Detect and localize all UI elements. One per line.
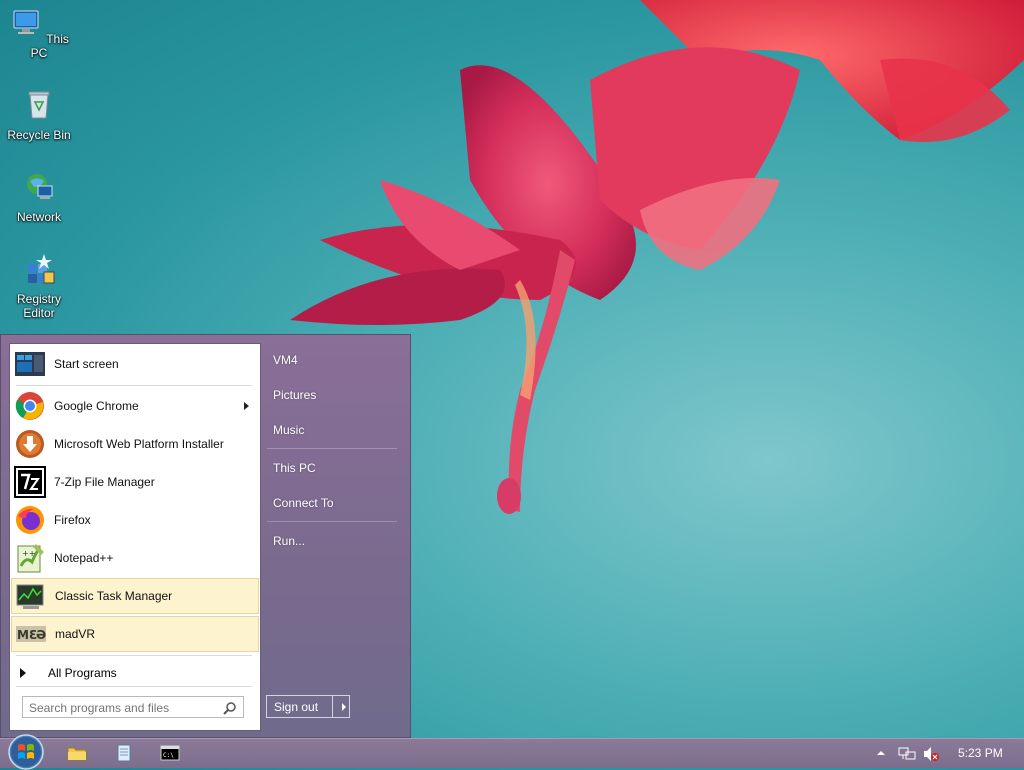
notepad-plus-plus-icon: ++ [17, 544, 44, 573]
program-web-platform-installer[interactable]: Microsoft Web Platform Installer [11, 426, 259, 462]
program-label: 7-Zip File Manager [54, 475, 155, 489]
desktop-icon-network[interactable]: Network [4, 170, 74, 224]
desktop-icon-label: Network [16, 210, 61, 224]
program-firefox[interactable]: Firefox [11, 502, 259, 538]
volume-muted-icon[interactable] [922, 746, 940, 762]
program-label: Start screen [54, 357, 119, 371]
firefox-icon [16, 506, 44, 534]
network-status-icon[interactable] [898, 746, 916, 762]
svg-text:M: M [17, 628, 29, 642]
sign-out-button[interactable]: Sign out [266, 695, 350, 718]
task-manager-icon [16, 584, 44, 609]
svg-text:C:\: C:\ [163, 752, 174, 759]
program-madvr[interactable]: M Ɛ Ə madVR [11, 616, 259, 652]
all-programs-label: All Programs [48, 666, 117, 680]
program-7zip[interactable]: 7-Zip File Manager [11, 464, 259, 500]
divider [332, 696, 333, 717]
right-item-music[interactable]: Music [273, 423, 304, 437]
program-notepad-plus-plus[interactable]: ++ Notepad++ [11, 540, 259, 576]
taskbar [0, 738, 1024, 768]
program-label: Notepad++ [54, 551, 114, 565]
separator [16, 655, 252, 656]
web-platform-installer-icon [16, 430, 44, 458]
start-menu-programs-pane: Start screen Google Chrome Microsoft Web… [9, 343, 261, 731]
svg-text:Ə: Ə [36, 628, 46, 642]
desktop-icon-this-pc[interactable]: This PC [4, 6, 74, 60]
program-classic-task-manager[interactable]: Classic Task Manager [11, 578, 259, 614]
chrome-icon [15, 392, 44, 420]
start-screen-icon [15, 352, 45, 376]
file-explorer-icon[interactable] [67, 744, 87, 762]
computer-icon [13, 10, 39, 34]
right-item-this-pc[interactable]: This PC [273, 461, 316, 475]
right-item-run[interactable]: Run... [273, 534, 305, 548]
recycle-bin-icon [28, 91, 50, 119]
start-orb-icon[interactable] [6, 734, 46, 770]
desktop-icon-label: Registry Editor [16, 292, 61, 320]
program-label: Microsoft Web Platform Installer [54, 437, 224, 451]
all-programs-button[interactable]: All Programs [20, 662, 250, 684]
right-item-connect-to[interactable]: Connect To [273, 496, 334, 510]
program-start-screen[interactable]: Start screen [11, 346, 259, 382]
shutdown-options-arrow-icon[interactable] [342, 702, 346, 711]
separator [267, 521, 397, 522]
right-item-pictures[interactable]: Pictures [273, 388, 316, 402]
submenu-arrow-icon [244, 402, 249, 410]
start-menu: Start screen Google Chrome Microsoft Web… [0, 334, 411, 738]
network-icon [27, 174, 53, 199]
registry-editor-icon [28, 254, 55, 284]
search-input[interactable] [27, 698, 221, 718]
program-google-chrome[interactable]: Google Chrome [11, 388, 259, 424]
separator [16, 385, 252, 386]
madvr-icon: M Ɛ Ə [16, 626, 46, 642]
program-label: madVR [55, 627, 96, 641]
svg-text:++: ++ [22, 549, 35, 558]
desktop-icon-recycle-bin[interactable]: Recycle Bin [4, 88, 74, 142]
desktop-icon-label: Recycle Bin [7, 128, 71, 142]
arrow-right-icon [20, 668, 26, 678]
right-item-vm4[interactable]: VM4 [273, 353, 298, 367]
search-box[interactable] [22, 696, 244, 718]
search-icon[interactable] [223, 701, 237, 715]
separator [16, 686, 252, 687]
notepad-icon[interactable] [114, 744, 134, 762]
sign-out-label: Sign out [274, 699, 319, 714]
command-prompt-icon[interactable]: C:\ [160, 744, 180, 762]
program-label: Firefox [54, 513, 91, 527]
program-label: Classic Task Manager [55, 589, 173, 603]
desktop-icon-registry-editor[interactable]: Registry Editor [4, 252, 74, 320]
show-hidden-icons-icon[interactable] [876, 749, 886, 757]
program-label: Google Chrome [54, 399, 139, 413]
taskbar-clock[interactable]: 5:23 PM [958, 746, 1003, 760]
7zip-icon [14, 466, 46, 498]
separator [267, 448, 397, 449]
